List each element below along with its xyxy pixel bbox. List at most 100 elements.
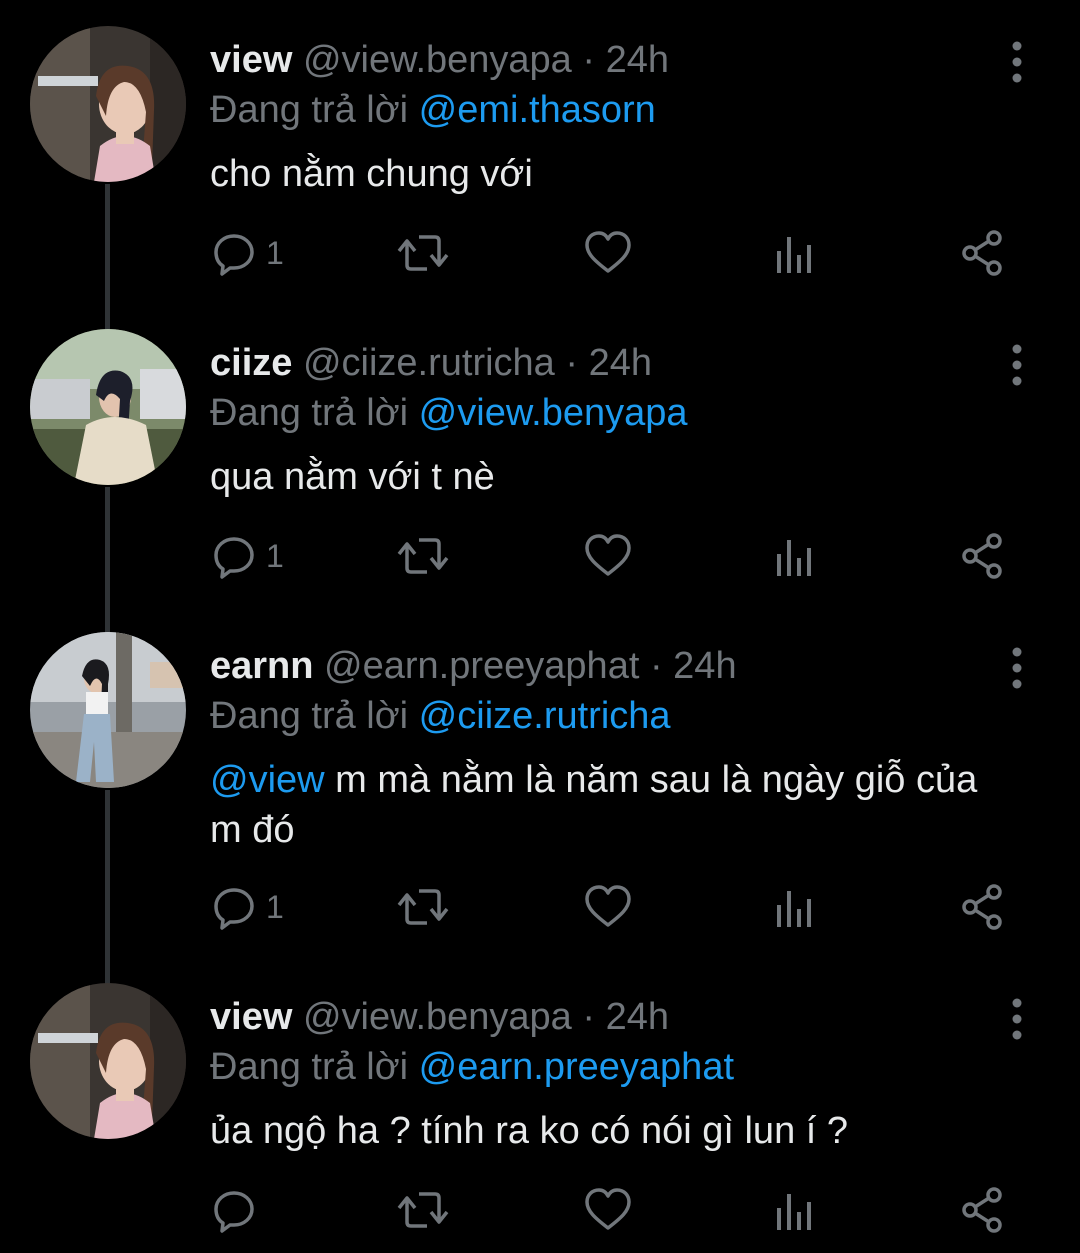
user-handle[interactable]: @ciize.rutricha bbox=[303, 342, 555, 384]
user-handle[interactable]: @view.benyapa bbox=[303, 39, 572, 81]
avatar[interactable] bbox=[30, 983, 186, 1139]
display-name[interactable]: earnn bbox=[210, 645, 313, 687]
comment-bubble-icon bbox=[214, 888, 254, 930]
tweet-text: qua nằm với t nè bbox=[210, 452, 1010, 502]
views-button[interactable] bbox=[775, 228, 815, 278]
timestamp[interactable]: 24h bbox=[589, 342, 652, 384]
timestamp[interactable]: 24h bbox=[606, 39, 669, 81]
more-options-button[interactable] bbox=[1000, 993, 1034, 1041]
tweet-text: cho nằm chung với bbox=[210, 149, 1010, 199]
retweet-icon bbox=[397, 538, 449, 574]
replying-to-label: Đang trả lời bbox=[210, 89, 409, 131]
avatar-image bbox=[30, 329, 186, 485]
comment-bubble-icon bbox=[214, 1191, 254, 1233]
avatar-image bbox=[30, 983, 186, 1139]
share-button[interactable] bbox=[960, 1185, 1006, 1235]
separator-dot: · bbox=[582, 996, 596, 1038]
share-icon bbox=[962, 230, 1002, 276]
like-button[interactable] bbox=[583, 531, 633, 581]
reply-button[interactable] bbox=[210, 1185, 266, 1235]
retweet-button[interactable] bbox=[395, 1185, 451, 1235]
views-button[interactable] bbox=[775, 531, 815, 581]
replying-to: Đang trả lời @ciize.rutricha bbox=[210, 694, 671, 738]
retweet-icon bbox=[397, 889, 449, 925]
replying-to: Đang trả lời @emi.thasorn bbox=[210, 88, 656, 132]
separator-dot: · bbox=[565, 342, 579, 384]
separator-dot: · bbox=[582, 39, 596, 81]
separator-dot: · bbox=[649, 645, 663, 687]
tweet-text-content: m mà nằm là năm sau là ngày giỗ của m đó bbox=[210, 759, 978, 851]
replying-to-handle[interactable]: @view.benyapa bbox=[419, 392, 688, 434]
replying-to-handle[interactable]: @earn.preeyaphat bbox=[419, 1046, 734, 1088]
tweet-text-content: qua nằm với t nè bbox=[210, 456, 495, 498]
replying-to-label: Đang trả lời bbox=[210, 695, 409, 737]
vertical-dots-icon bbox=[1012, 998, 1022, 1040]
avatar[interactable] bbox=[30, 632, 186, 788]
like-button[interactable] bbox=[583, 228, 633, 278]
replying-to-handle[interactable]: @ciize.rutricha bbox=[419, 695, 671, 737]
share-icon bbox=[962, 1187, 1002, 1233]
action-bar bbox=[210, 1185, 1010, 1235]
vertical-dots-icon bbox=[1012, 344, 1022, 386]
share-button[interactable] bbox=[960, 531, 1006, 581]
heart-icon bbox=[585, 1188, 631, 1230]
like-button[interactable] bbox=[583, 1185, 633, 1235]
tweet[interactable]: view @view.benyapa · 24h Đang trả lời @e… bbox=[0, 26, 1080, 316]
share-button[interactable] bbox=[960, 882, 1006, 932]
avatar-image bbox=[30, 26, 186, 182]
share-button[interactable] bbox=[960, 228, 1006, 278]
display-name[interactable]: ciize bbox=[210, 342, 292, 384]
reply-button[interactable]: 1 bbox=[210, 228, 284, 278]
display-name[interactable]: view bbox=[210, 996, 292, 1038]
bar-chart-icon bbox=[777, 1194, 811, 1230]
tweet-text-content: cho nằm chung với bbox=[210, 153, 533, 195]
more-options-button[interactable] bbox=[1000, 339, 1034, 387]
tweet-header: view @view.benyapa · 24h bbox=[210, 995, 669, 1039]
retweet-button[interactable] bbox=[395, 882, 451, 932]
heart-icon bbox=[585, 534, 631, 576]
views-button[interactable] bbox=[775, 882, 815, 932]
retweet-button[interactable] bbox=[395, 228, 451, 278]
bar-chart-icon bbox=[777, 237, 811, 273]
tweet-mention[interactable]: @view bbox=[210, 759, 325, 801]
reply-button[interactable]: 1 bbox=[210, 531, 284, 581]
avatar[interactable] bbox=[30, 329, 186, 485]
reply-button[interactable]: 1 bbox=[210, 882, 284, 932]
timestamp[interactable]: 24h bbox=[673, 645, 736, 687]
comment-bubble-icon bbox=[214, 537, 254, 579]
retweet-icon bbox=[397, 235, 449, 271]
tweet-text: @view m mà nằm là năm sau là ngày giỗ củ… bbox=[210, 755, 1010, 855]
replying-to: Đang trả lời @earn.preeyaphat bbox=[210, 1045, 734, 1089]
retweet-icon bbox=[397, 1192, 449, 1228]
action-bar: 1 bbox=[210, 882, 1010, 932]
user-handle[interactable]: @view.benyapa bbox=[303, 996, 572, 1038]
timestamp[interactable]: 24h bbox=[606, 996, 669, 1038]
action-bar: 1 bbox=[210, 531, 1010, 581]
tweet-header: ciize @ciize.rutricha · 24h bbox=[210, 341, 652, 385]
reply-count: 1 bbox=[266, 538, 284, 574]
retweet-button[interactable] bbox=[395, 531, 451, 581]
tweet[interactable]: ciize @ciize.rutricha · 24h Đang trả lời… bbox=[0, 329, 1080, 619]
user-handle[interactable]: @earn.preeyaphat bbox=[324, 645, 639, 687]
share-icon bbox=[962, 884, 1002, 930]
vertical-dots-icon bbox=[1012, 647, 1022, 689]
tweet-header: view @view.benyapa · 24h bbox=[210, 38, 669, 82]
tweet-text-content: ủa ngộ ha ? tính ra ko có nói gì lun í ? bbox=[210, 1110, 849, 1152]
avatar[interactable] bbox=[30, 26, 186, 182]
bar-chart-icon bbox=[777, 540, 811, 576]
like-button[interactable] bbox=[583, 882, 633, 932]
tweet[interactable]: view @view.benyapa · 24h Đang trả lời @e… bbox=[0, 983, 1080, 1248]
reply-count: 1 bbox=[266, 235, 284, 271]
replying-to-label: Đang trả lời bbox=[210, 1046, 409, 1088]
tweet-header: earnn @earn.preeyaphat · 24h bbox=[210, 644, 737, 688]
more-options-button[interactable] bbox=[1000, 642, 1034, 690]
replying-to-handle[interactable]: @emi.thasorn bbox=[419, 89, 656, 131]
vertical-dots-icon bbox=[1012, 41, 1022, 83]
display-name[interactable]: view bbox=[210, 39, 292, 81]
replying-to: Đang trả lời @view.benyapa bbox=[210, 391, 688, 435]
views-button[interactable] bbox=[775, 1185, 815, 1235]
more-options-button[interactable] bbox=[1000, 36, 1034, 84]
heart-icon bbox=[585, 231, 631, 273]
tweet[interactable]: earnn @earn.preeyaphat · 24h Đang trả lờ… bbox=[0, 632, 1080, 962]
reply-count: 1 bbox=[266, 889, 284, 925]
